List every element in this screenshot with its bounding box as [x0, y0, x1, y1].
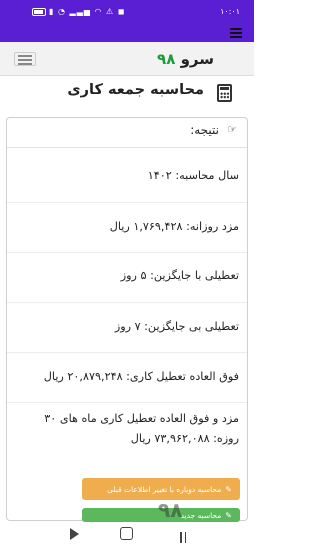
- result-row-monthly-total: مزد و فوق العاده تعطیل کاری ماه های ۳۰ ر…: [7, 403, 247, 463]
- recalculate-button[interactable]: ✎ محاسبه دوباره با تغییر اطلاعات قبلی: [82, 478, 240, 500]
- result-heading: نتیجه:: [190, 123, 219, 137]
- back-triangle-icon[interactable]: [70, 528, 79, 540]
- hand-pointing-icon: ☞: [227, 123, 237, 136]
- status-time: ۱۰:۰۱: [220, 7, 240, 16]
- pencil-icon: ✎: [225, 510, 232, 520]
- result-daily-wage-text: مزد روزانه: ۱,۷۶۹,۴۲۸ ریال: [109, 220, 239, 233]
- recent-apps-icon[interactable]: [180, 528, 192, 543]
- navbar: سرو ۹۸: [0, 42, 254, 76]
- result-holiday-overtime-text: فوق العاده تعطیل کاری: ۲۰,۸۷۹,۲۴۸ ریال: [43, 370, 239, 383]
- logo-text: سرو: [175, 50, 214, 68]
- battery-icon: [32, 7, 46, 16]
- new-calculation-button-label: محاسبه جدید: [180, 510, 222, 520]
- result-monthly-total-text: مزد و فوق العاده تعطیل کاری ماه های ۳۰ ر…: [44, 412, 239, 445]
- result-row-year: سال محاسبه: ۱۴۰۲: [7, 148, 247, 203]
- header-strip: [0, 26, 254, 42]
- result-row-holiday-overtime: فوق العاده تعطیل کاری: ۲۰,۸۷۹,۲۴۸ ریال: [7, 353, 247, 403]
- recalculate-button-label: محاسبه دوباره با تغییر اطلاعات قبلی: [107, 484, 222, 494]
- status-icons-text: ▮ ◔ ▂▃▅ ◠ ⚠ ◼: [49, 7, 126, 16]
- result-holiday-with-substitute-text: تعطیلی با جایگزین: ۵ روز: [120, 269, 239, 282]
- calculator-icon: [217, 84, 232, 102]
- pencil-icon: ✎: [225, 484, 232, 494]
- page-title: محاسبه جمعه کاری: [67, 82, 204, 98]
- menu-toggle-button[interactable]: [14, 52, 36, 66]
- result-holiday-without-substitute-text: تعطیلی بی جایگزین: ۷ روز: [114, 320, 239, 333]
- site-logo[interactable]: سرو ۹۸: [157, 50, 214, 68]
- result-year-text: سال محاسبه: ۱۴۰۲: [147, 169, 239, 182]
- result-row-daily-wage: مزد روزانه: ۱,۷۶۹,۴۲۸ ریال: [7, 203, 247, 253]
- status-icons: ▮ ◔ ▂▃▅ ◠ ⚠ ◼: [32, 7, 125, 16]
- result-row-holiday-with-substitute: تعطیلی با جایگزین: ۵ روز: [7, 253, 247, 303]
- system-navigation-bar: [0, 522, 254, 550]
- home-square-icon[interactable]: [120, 527, 133, 540]
- floating-logo[interactable]: ۹۸: [158, 498, 182, 522]
- status-bar: ▮ ◔ ▂▃▅ ◠ ⚠ ◼ ۱۰:۰۱: [0, 0, 254, 26]
- result-row-holiday-without-substitute: تعطیلی بی جایگزین: ۷ روز: [7, 303, 247, 353]
- result-card: ☞ نتیجه: سال محاسبه: ۱۴۰۲ مزد روزانه: ۱,…: [6, 117, 248, 521]
- strip-menu-icon[interactable]: [230, 28, 242, 38]
- result-card-header: ☞ نتیجه:: [7, 118, 247, 148]
- logo-number: ۹۸: [157, 50, 176, 68]
